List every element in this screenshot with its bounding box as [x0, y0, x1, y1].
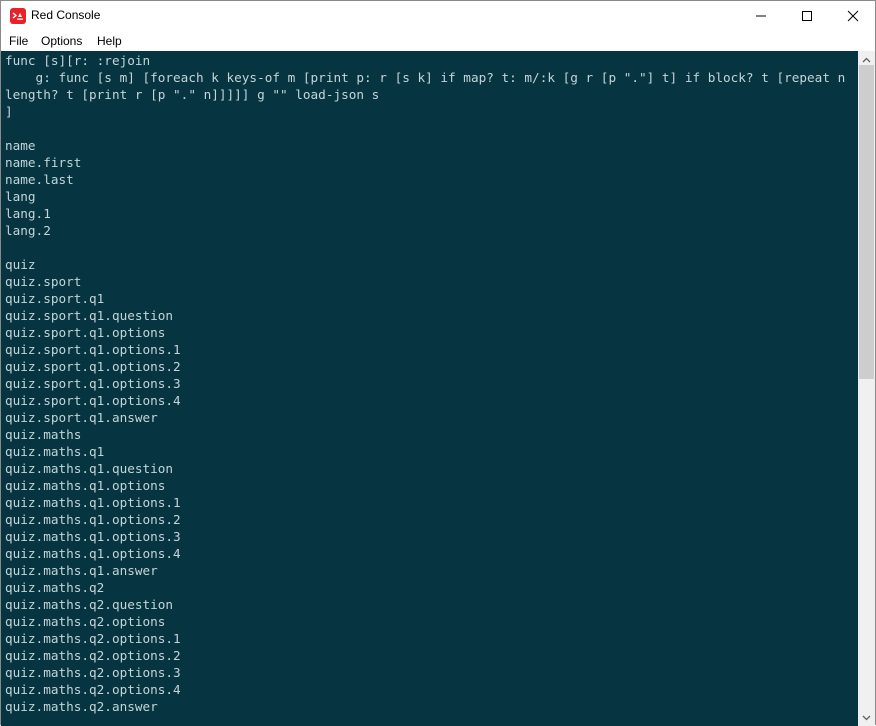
console-line: quiz.maths.q2.options.4: [5, 682, 181, 697]
title-bar[interactable]: Red Console: [1, 1, 875, 31]
console-line: quiz.maths.q1.options.4: [5, 546, 181, 561]
vertical-scrollbar[interactable]: [858, 51, 875, 726]
console-line: quiz.maths.q2.question: [5, 597, 174, 612]
console-line: quiz.maths: [5, 427, 82, 442]
console-line: ]: [5, 104, 13, 119]
console-line: length? t [print r [p "." n]]]]] g "" lo…: [5, 87, 380, 102]
console-line: quiz.maths.q1.options.3: [5, 529, 181, 544]
console-line: name.first: [5, 155, 82, 170]
red-console-icon: [10, 8, 26, 24]
minimize-icon: [756, 15, 766, 17]
console-text: func [s][r: :rejoin g: func [s m] [forea…: [5, 52, 845, 715]
console-line: quiz.sport: [5, 274, 82, 289]
console-line: lang.1: [5, 206, 51, 221]
console-line: quiz.maths.q1.question: [5, 461, 174, 476]
console-line: quiz.maths.q2: [5, 580, 105, 595]
close-icon: [847, 10, 859, 22]
console-line: quiz.maths.q1.options.2: [5, 512, 181, 527]
minimize-button[interactable]: [738, 1, 784, 31]
console-line: quiz.maths.q1.options.1: [5, 495, 181, 510]
console-line: quiz.maths.q1.options: [5, 478, 166, 493]
console-line: func [s][r: :rejoin: [5, 53, 151, 68]
console-line: lang: [5, 189, 36, 204]
console-line: lang.2: [5, 223, 51, 238]
menu-bar: File Options Help: [1, 31, 875, 51]
console-line: quiz.maths.q2.options.1: [5, 631, 181, 646]
console-line: quiz.maths.q1.answer: [5, 563, 158, 578]
maximize-button[interactable]: [784, 1, 830, 31]
console-line: g: func [s m] [foreach k keys-of m [prin…: [5, 70, 846, 85]
console-line: quiz.sport.q1.options: [5, 325, 166, 340]
menu-help[interactable]: Help: [97, 34, 122, 48]
console-line: name: [5, 138, 36, 153]
close-button[interactable]: [830, 1, 876, 31]
console-output[interactable]: func [s][r: :rejoin g: func [s m] [forea…: [1, 51, 858, 726]
scroll-thumb[interactable]: [859, 65, 874, 379]
console-line: quiz.sport.q1.answer: [5, 410, 158, 425]
menu-file[interactable]: File: [9, 34, 28, 48]
console-line: quiz.sport.q1.options.3: [5, 376, 181, 391]
console-line: quiz.maths.q2.options.2: [5, 648, 181, 663]
console-line: quiz.sport.q1.question: [5, 308, 174, 323]
console-line: quiz.maths.q2.options: [5, 614, 166, 629]
red-console-window: Red Console File Options Help func [s][r…: [0, 0, 876, 726]
console-line: quiz.maths.q2.options.3: [5, 665, 181, 680]
console-line: quiz.sport.q1.options.1: [5, 342, 181, 357]
console-line: quiz: [5, 257, 36, 272]
console-line: quiz.sport.q1.options.2: [5, 359, 181, 374]
window-title: Red Console: [31, 8, 101, 22]
chevron-down-icon: [862, 715, 871, 720]
menu-options[interactable]: Options: [41, 34, 82, 48]
console-line: quiz.maths.q2.answer: [5, 699, 158, 714]
console-line: quiz.maths.q1: [5, 444, 105, 459]
scroll-down-button[interactable]: [858, 709, 875, 726]
console-line: quiz.sport.q1: [5, 291, 105, 306]
chevron-up-icon: [862, 57, 871, 62]
maximize-icon: [802, 11, 812, 21]
console-line: quiz.sport.q1.options.4: [5, 393, 181, 408]
console-line: name.last: [5, 172, 74, 187]
